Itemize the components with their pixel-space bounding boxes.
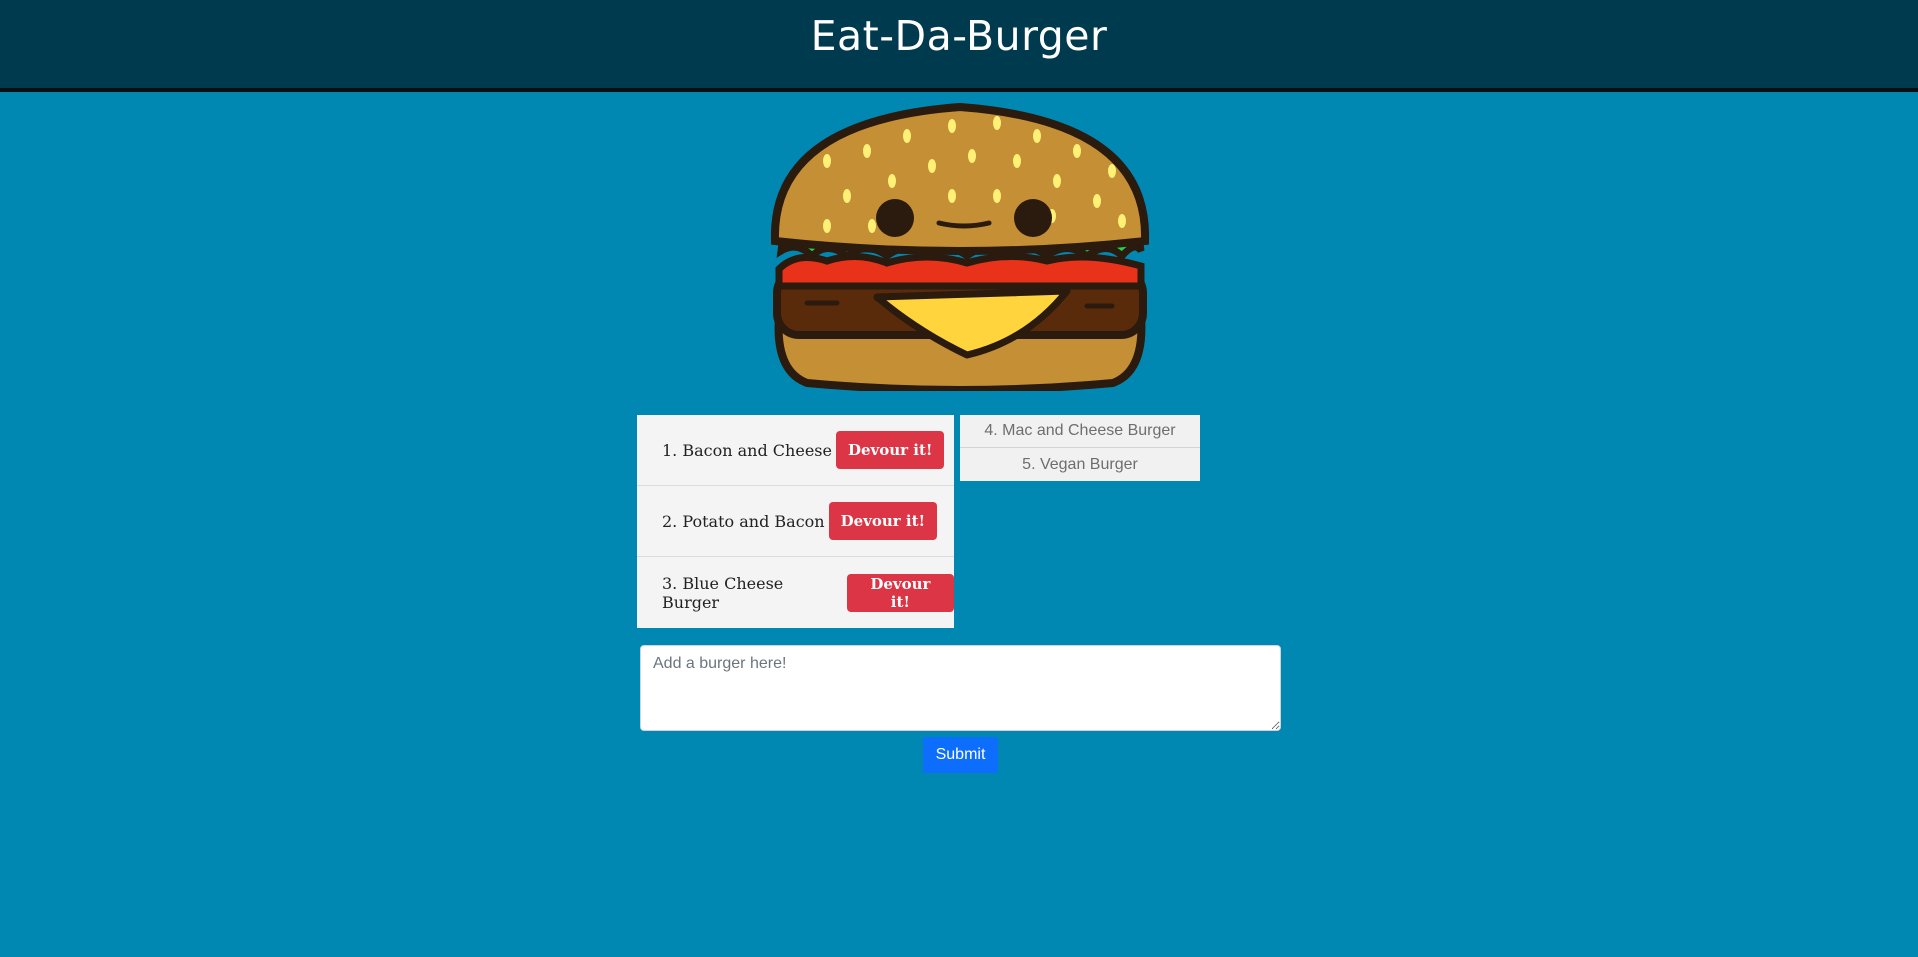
page-title: Eat-Da-Burger bbox=[810, 12, 1108, 60]
uneaten-burger-list: 1. Bacon and Cheese Devour it! 2. Potato… bbox=[637, 415, 954, 628]
list-item: 2. Potato and Bacon Devour it! bbox=[637, 486, 954, 557]
burger-name: 1. Bacon and Cheese bbox=[662, 440, 832, 460]
list-item: 5. Vegan Burger bbox=[1022, 455, 1138, 473]
burger-name: 3. Blue Cheese Burger bbox=[662, 573, 784, 612]
list-item: 3. Blue Cheese Burger Devour it! bbox=[637, 557, 954, 628]
list-item: 4. Mac and Cheese Burger bbox=[960, 415, 1200, 448]
burger-input[interactable] bbox=[640, 645, 1281, 731]
devoured-burger-list: 4. Mac and Cheese Burger 5. Vegan Burger bbox=[960, 415, 1200, 481]
devour-button[interactable]: Devour it! bbox=[846, 573, 954, 612]
devour-button[interactable]: Devour it! bbox=[828, 502, 938, 540]
submit-button[interactable]: Submit bbox=[923, 737, 998, 773]
burger-name: 2. Potato and Bacon bbox=[662, 511, 825, 531]
app-header: Eat-Da-Burger bbox=[0, 0, 1918, 92]
list-item: 1. Bacon and Cheese Devour it! bbox=[637, 415, 954, 486]
burger-mascot-icon bbox=[770, 102, 1150, 391]
devour-button[interactable]: Devour it! bbox=[835, 431, 945, 469]
